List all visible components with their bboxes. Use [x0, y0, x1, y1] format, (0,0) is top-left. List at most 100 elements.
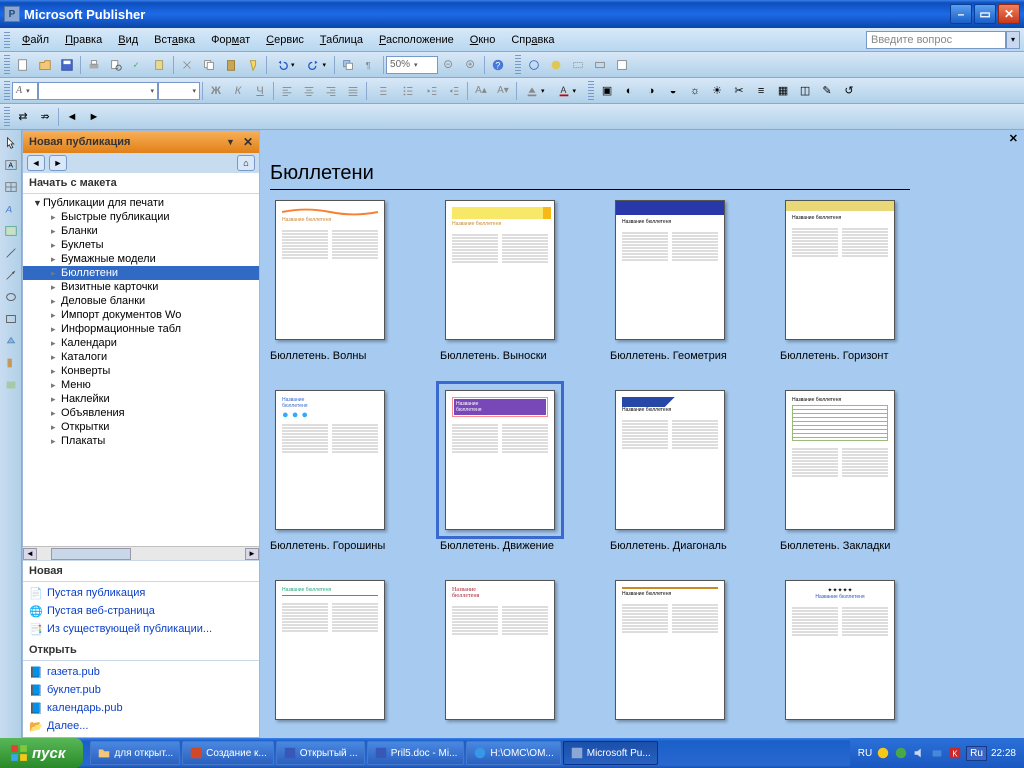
font-color-button[interactable]: A▾	[552, 81, 582, 101]
increase-indent-button[interactable]	[444, 81, 464, 101]
open-more[interactable]: 📂Далее...	[29, 717, 253, 735]
taskbar-button[interactable]: Microsoft Pu...	[563, 741, 658, 765]
tray-kaspersky-icon[interactable]: K	[948, 746, 962, 760]
pic-transparent-button[interactable]: ✎	[817, 81, 837, 101]
nav-forward-button[interactable]: ►	[49, 155, 67, 171]
pointer-tool[interactable]	[2, 134, 20, 152]
new-button[interactable]	[13, 55, 33, 75]
tray-icon[interactable]	[894, 746, 908, 760]
template-cell[interactable]: НазваниебюллетеняБюллетень. Движение	[440, 390, 560, 552]
decrease-font-button[interactable]: A▾	[493, 81, 513, 101]
taskbar-button[interactable]: H:\OMC\OM...	[466, 741, 560, 765]
menu-table[interactable]: Таблица	[312, 32, 371, 48]
picture-tool[interactable]	[2, 222, 20, 240]
recent-file[interactable]: 📘буклет.pub	[29, 681, 253, 699]
tree-item[interactable]: ▸Импорт документов Wo	[23, 308, 259, 322]
template-cell[interactable]: Название бюллетеняБюллетень. Геометрия	[610, 200, 730, 362]
menu-window[interactable]: Окно	[462, 32, 504, 48]
pic-contrast-down-button[interactable]: ◒	[663, 81, 683, 101]
fill-color-button[interactable]: ▾	[520, 81, 550, 101]
copy-button[interactable]	[199, 55, 219, 75]
recent-file[interactable]: 📘газета.pub	[29, 663, 253, 681]
bring-forward-button[interactable]	[338, 55, 358, 75]
increase-font-button[interactable]: A▴	[471, 81, 491, 101]
help-search-input[interactable]: Введите вопрос	[866, 31, 1006, 49]
tree-item[interactable]: ▸Буклеты	[23, 238, 259, 252]
form-control-button[interactable]	[590, 55, 610, 75]
template-cell[interactable]: Название бюллетеня	[270, 580, 390, 720]
font-size-combo[interactable]: ▾	[158, 82, 200, 100]
italic-button[interactable]: К	[228, 81, 248, 101]
template-cell[interactable]: Названиебюллетеня● ● ●Бюллетень. Горошин…	[270, 390, 390, 552]
bullet-list-button[interactable]	[396, 81, 420, 101]
close-button[interactable]: ✕	[998, 4, 1020, 24]
hotspot-button[interactable]	[568, 55, 588, 75]
tray-icon[interactable]	[876, 746, 890, 760]
text-tool[interactable]: A	[2, 156, 20, 174]
zoom-out-button[interactable]	[439, 55, 459, 75]
minimize-button[interactable]: –	[950, 4, 972, 24]
arrow-tool[interactable]	[2, 266, 20, 284]
open-button[interactable]	[35, 55, 55, 75]
pic-color-button[interactable]: ◐	[619, 81, 639, 101]
new-blank-pub[interactable]: 📄Пустая публикация	[29, 584, 253, 602]
menu-format[interactable]: Формат	[203, 32, 258, 48]
font-combo[interactable]: ▾	[38, 82, 158, 100]
frame-next-button[interactable]: ►	[84, 107, 104, 127]
template-cell[interactable]: Название бюллетеняБюллетень. Волны	[270, 200, 390, 362]
spellcheck-button[interactable]: ✓	[128, 55, 148, 75]
pic-reset-button[interactable]: ↺	[839, 81, 859, 101]
taskbar-button[interactable]: для открыт...	[90, 741, 180, 765]
tree-item[interactable]: ▸Наклейки	[23, 392, 259, 406]
cut-button[interactable]	[177, 55, 197, 75]
task-pane-close[interactable]: ✕	[243, 135, 253, 149]
pic-crop-button[interactable]: ✂	[729, 81, 749, 101]
bold-button[interactable]: Ж	[206, 81, 226, 101]
style-combo[interactable]: A▾	[12, 82, 38, 100]
special-chars-button[interactable]: ¶	[360, 55, 380, 75]
menu-arrange[interactable]: Расположение	[371, 32, 462, 48]
undo-button[interactable]: ▾	[270, 55, 300, 75]
tree-root[interactable]: ▼Публикации для печати	[23, 196, 259, 210]
frame-unlink-button[interactable]: ⇏	[35, 107, 55, 127]
toolbar-grip[interactable]	[588, 81, 594, 101]
print-button[interactable]	[84, 55, 104, 75]
pic-line-button[interactable]: ≡	[751, 81, 771, 101]
hyperlink-button[interactable]	[524, 55, 544, 75]
menu-tools[interactable]: Сервис	[258, 32, 312, 48]
recent-file[interactable]: 📘календарь.pub	[29, 699, 253, 717]
align-center-button[interactable]	[299, 81, 319, 101]
template-cell[interactable]: ✦✦✦✦✦Название бюллетеня	[780, 580, 900, 720]
template-cell[interactable]: Название бюллетеняБюллетень. Закладки	[780, 390, 900, 552]
tree-item[interactable]: ▸Меню	[23, 378, 259, 392]
new-blank-web[interactable]: 🌐Пустая веб-страница	[29, 602, 253, 620]
zoom-in-button[interactable]	[461, 55, 481, 75]
tree-item[interactable]: ▸Бюллетени	[23, 266, 259, 280]
justify-button[interactable]	[343, 81, 363, 101]
print-preview-button[interactable]	[106, 55, 126, 75]
tree-item[interactable]: ▸Плакаты	[23, 434, 259, 448]
pic-bright-down-button[interactable]: ☀	[707, 81, 727, 101]
frame-prev-button[interactable]: ◄	[62, 107, 82, 127]
tree-item[interactable]: ▸Конверты	[23, 364, 259, 378]
line-tool[interactable]	[2, 244, 20, 262]
help-button[interactable]: ?	[488, 55, 508, 75]
paste-button[interactable]	[221, 55, 241, 75]
pic-bright-up-button[interactable]: ☼	[685, 81, 705, 101]
tray-sound-icon[interactable]	[912, 746, 926, 760]
bookmarks-tool[interactable]	[2, 354, 20, 372]
lang-indicator[interactable]: RU	[858, 748, 872, 759]
tree-item[interactable]: ▸Визитные карточки	[23, 280, 259, 294]
maximize-button[interactable]: ▭	[974, 4, 996, 24]
taskbar-button[interactable]: Pril5.doc - Mi...	[367, 741, 465, 765]
toolbar-grip[interactable]	[4, 81, 10, 101]
tray-icon[interactable]	[930, 746, 944, 760]
tree-item[interactable]: ▸Бланки	[23, 224, 259, 238]
zoom-combo[interactable]: 50%▾	[386, 56, 438, 74]
html-fragment-button[interactable]	[612, 55, 632, 75]
template-cell[interactable]: Название бюллетеняБюллетень. Диагональ	[610, 390, 730, 552]
menu-help[interactable]: Справка	[503, 32, 562, 48]
menu-insert[interactable]: Вставка	[146, 32, 203, 48]
new-from-existing[interactable]: 📑Из существующей публикации...	[29, 620, 253, 638]
template-cell[interactable]: Названиебюллетеня	[440, 580, 560, 720]
